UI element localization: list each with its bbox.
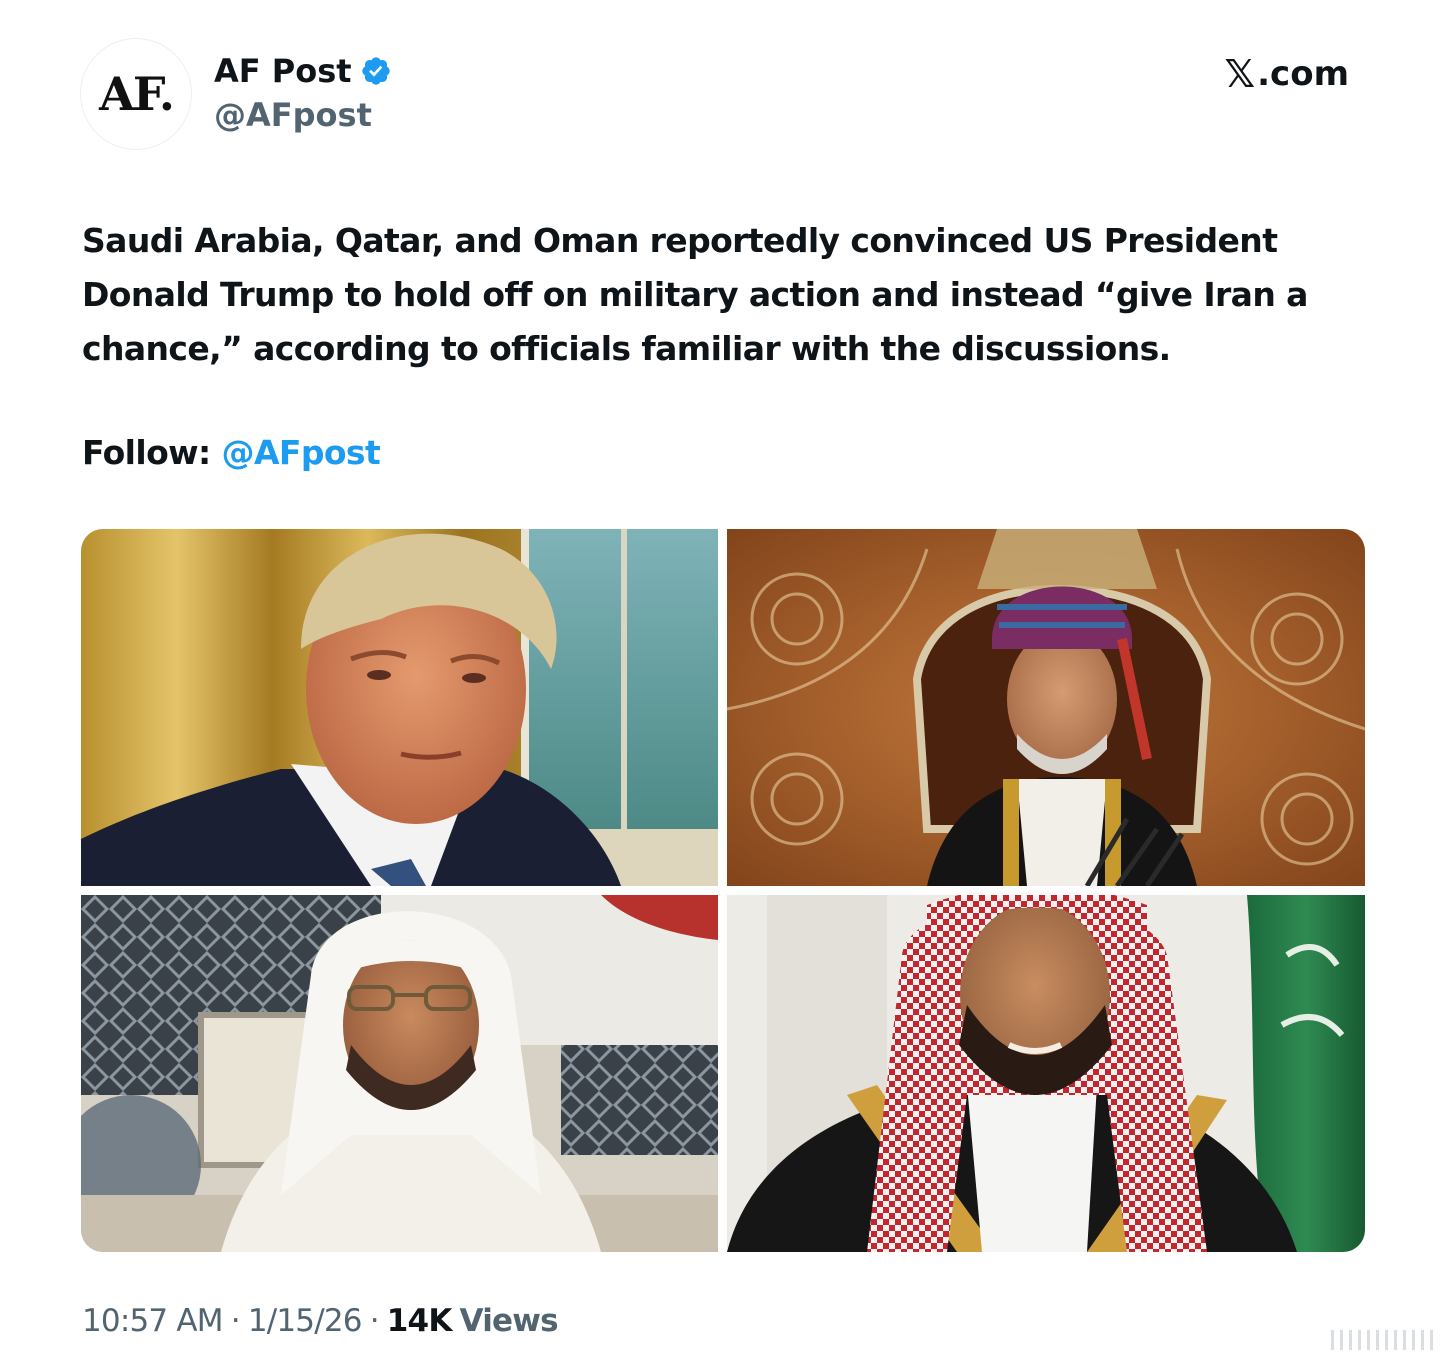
views-label[interactable]: Views <box>460 1303 559 1339</box>
meta-separator: · <box>369 1303 380 1339</box>
photo-1[interactable] <box>81 529 718 886</box>
post-date[interactable]: 1/15/26 <box>248 1303 363 1339</box>
post-time[interactable]: 10:57 AM <box>82 1303 224 1339</box>
photo-2-image <box>727 529 1365 886</box>
follow-label: Follow: <box>82 433 211 472</box>
photo-4[interactable] <box>727 895 1365 1252</box>
avatar[interactable]: AF. <box>80 38 192 150</box>
photo-4-image <box>727 895 1365 1252</box>
tweet-screenshot: AF. AF Post @AFpost 𝕏 .com Saudi Arabia,… <box>0 0 1447 1370</box>
follow-mention-link[interactable]: @AFpost <box>222 433 381 472</box>
author-name-row: AF Post <box>214 52 392 90</box>
author-handle[interactable]: @AFpost <box>214 96 372 134</box>
views-count: 14K <box>386 1303 453 1339</box>
tweet-text: Saudi Arabia, Qatar, and Oman reportedly… <box>82 221 1308 368</box>
avatar-logo-text: AF. <box>99 67 175 121</box>
watermark-marks <box>1331 1330 1433 1350</box>
display-name[interactable]: AF Post <box>214 52 352 90</box>
photo-1-image <box>81 529 718 886</box>
brand-domain: .com <box>1257 54 1349 94</box>
follow-line: Follow: @AFpost <box>82 426 381 480</box>
photo-3[interactable] <box>81 895 718 1252</box>
x-com-brand: 𝕏 .com <box>1225 52 1349 96</box>
media-grid <box>81 529 1365 1252</box>
x-logo-icon: 𝕏 <box>1224 52 1256 96</box>
meta-separator: · <box>230 1303 241 1339</box>
verified-badge-icon <box>361 57 390 85</box>
photo-3-image <box>81 895 718 1252</box>
tweet-meta: 10:57 AM · 1/15/26 · 14K Views <box>82 1303 559 1339</box>
photo-2[interactable] <box>727 529 1365 886</box>
